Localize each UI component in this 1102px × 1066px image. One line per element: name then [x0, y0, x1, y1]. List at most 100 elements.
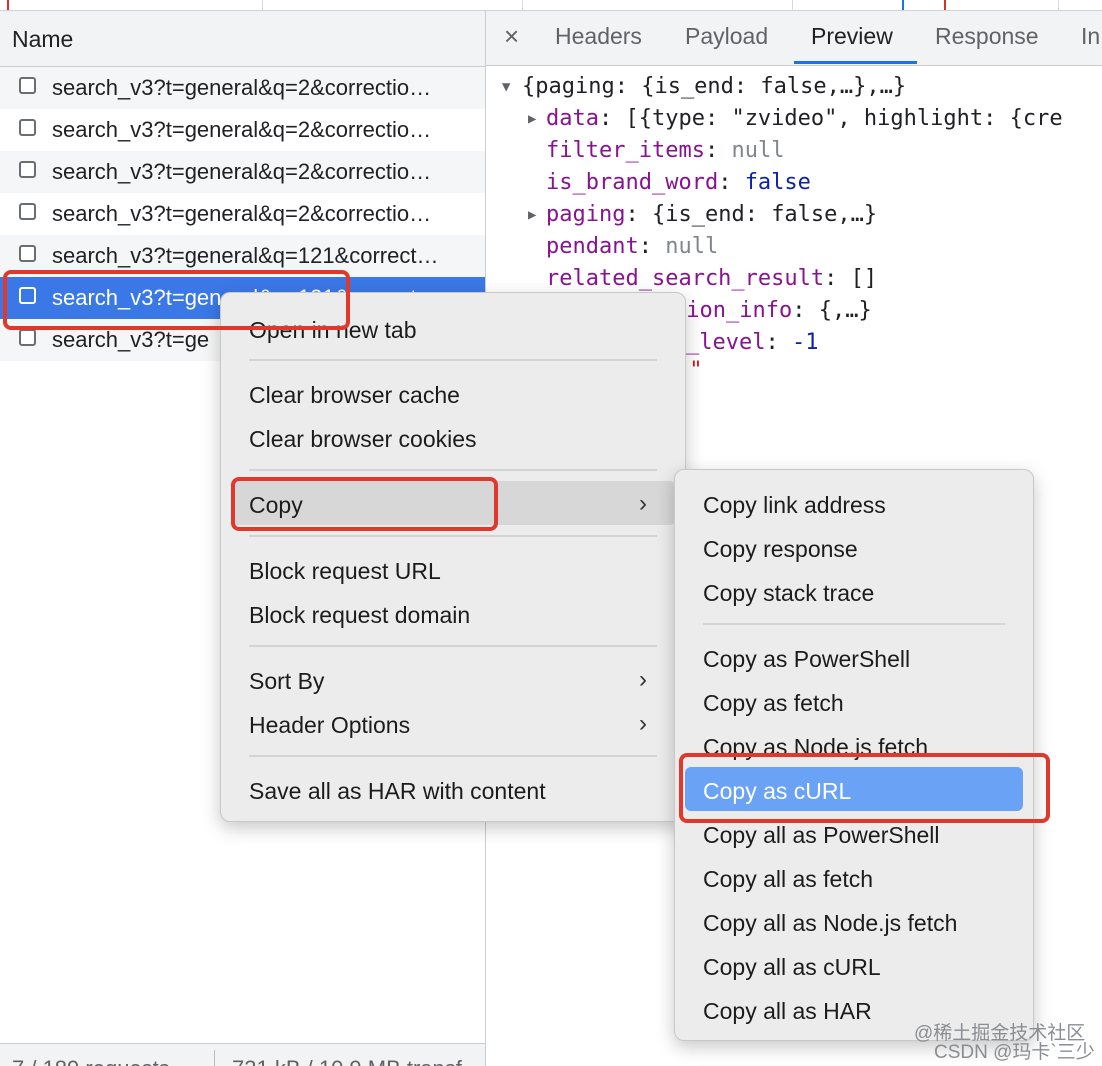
annotation-box-copy — [231, 477, 498, 531]
status-divider — [214, 1050, 215, 1066]
json-value: false — [744, 170, 811, 195]
json-value: -1 — [791, 330, 819, 355]
json-value: null — [731, 138, 785, 163]
submenu-item-copy-all-as-fetch[interactable]: Copy all as fetch — [675, 858, 1033, 898]
menu-item-label: Clear browser cookies — [249, 426, 477, 452]
timeline-marker-blue — [902, 0, 904, 10]
timeline-marker-red — [7, 0, 9, 10]
menu-item-sort-by[interactable]: Sort By › — [221, 660, 685, 700]
menu-separator — [249, 469, 657, 471]
timeline-tick — [522, 0, 523, 10]
preview-root[interactable]: {paging: {is_end: false,…},…} — [522, 74, 906, 99]
request-row[interactable]: search_v3?t=general&q=2&correctio… — [0, 193, 485, 235]
submenu-item-copy-as-fetch[interactable]: Copy as fetch — [675, 682, 1033, 722]
menu-separator — [249, 359, 657, 361]
menu-item-label: Copy response — [703, 536, 858, 562]
menu-item-label: Copy as fetch — [703, 690, 844, 716]
menu-item-block-domain[interactable]: Block request domain — [221, 594, 685, 634]
menu-item-label: Copy link address — [703, 492, 886, 518]
timeline-tick — [792, 0, 793, 10]
annotation-box-selected-request — [3, 270, 350, 330]
transfer-size: 731 kB / 10.9 MB transf — [232, 1056, 462, 1066]
json-value: [{type: "zvideo", highlight: {cre — [625, 106, 1063, 131]
timeline-marker-red — [944, 0, 946, 10]
json-key: tion_info — [673, 298, 793, 323]
network-status-bar: 7 / 189 requests 731 kB / 10.9 MB transf — [0, 1043, 485, 1066]
request-count: 7 / 189 requests — [12, 1056, 170, 1066]
json-key: data — [546, 106, 599, 131]
menu-item-label: Clear browser cache — [249, 382, 460, 408]
details-tab-bar: × Headers Payload Preview Response In — [486, 11, 1102, 66]
tab-payload[interactable]: Payload — [685, 23, 768, 50]
timeline-overview[interactable] — [0, 0, 1102, 11]
menu-item-label: Copy all as HAR — [703, 998, 872, 1024]
preview-related-line: related_search_result: [] — [546, 266, 878, 291]
name-column-header[interactable]: Name — [0, 11, 485, 67]
preview-pendant-line: pendant: null — [546, 234, 719, 259]
annotation-box-copy-as-curl — [679, 753, 1050, 823]
expanded-triangle-icon[interactable]: ▼ — [502, 79, 510, 95]
tab-headers[interactable]: Headers — [555, 23, 642, 50]
request-name: search_v3?t=general&q=2&correctio… — [52, 75, 432, 100]
json-key: filter_items — [546, 138, 705, 163]
timeline-tick — [262, 0, 263, 10]
menu-item-label: Copy stack trace — [703, 580, 875, 606]
watermark-line-2: CSDN @玛卡`三少 — [934, 1042, 1095, 1063]
json-value: null — [665, 234, 719, 259]
json-value: [] — [850, 266, 878, 291]
preview-data-line[interactable]: data: [{type: "zvideo", highlight: {cre — [546, 106, 1063, 131]
menu-item-save-har[interactable]: Save all as HAR with content — [221, 770, 685, 810]
menu-item-block-url[interactable]: Block request URL — [221, 550, 685, 590]
preview-filter-line: filter_items: null — [546, 138, 785, 163]
request-row[interactable]: search_v3?t=general&q=2&correctio… — [0, 67, 485, 109]
request-name: search_v3?t=general&q=2&correctio… — [52, 201, 432, 226]
collapsed-triangle-icon[interactable]: ▶ — [528, 207, 536, 223]
row-checkbox-icon — [19, 77, 36, 94]
menu-item-label: Sort By — [249, 668, 325, 694]
request-row[interactable]: search_v3?t=general&q=2&correctio… — [0, 109, 485, 151]
json-key: paging — [546, 202, 626, 227]
menu-separator — [249, 535, 657, 537]
submenu-item-copy-all-as-curl[interactable]: Copy all as cURL — [675, 946, 1033, 986]
menu-item-label: Block request domain — [249, 602, 471, 628]
menu-item-label: Copy all as Node.js fetch — [703, 910, 958, 936]
json-value: {is_end: false,…} — [651, 202, 878, 227]
preview-paging-line[interactable]: paging: {is_end: false,…} — [546, 202, 877, 227]
preview-correction-line[interactable]: tion_info: {,…} — [673, 298, 872, 323]
submenu-item-copy-response[interactable]: Copy response — [675, 528, 1033, 568]
menu-item-clear-cache[interactable]: Clear browser cache — [221, 374, 685, 414]
submenu-item-copy-stack-trace[interactable]: Copy stack trace — [675, 572, 1033, 612]
menu-item-clear-cookies[interactable]: Clear browser cookies — [221, 418, 685, 458]
json-key: related_search_result — [546, 266, 825, 291]
context-menu: Open in new tab Clear browser cache Clea… — [220, 292, 686, 822]
tab-preview[interactable]: Preview — [811, 23, 893, 50]
request-name: search_v3?t=general&q=2&correctio… — [52, 117, 432, 142]
json-key: _level — [686, 330, 766, 355]
json-key: pendant — [546, 234, 639, 259]
tab-initiator[interactable]: In — [1081, 23, 1100, 50]
menu-item-label: Block request URL — [249, 558, 441, 584]
tab-response[interactable]: Response — [935, 23, 1039, 50]
request-row[interactable]: search_v3?t=general&q=2&correctio… — [0, 151, 485, 193]
column-header-label: Name — [12, 26, 74, 52]
json-value: {,…} — [818, 298, 872, 323]
submenu-item-copy-as-powershell[interactable]: Copy as PowerShell — [675, 638, 1033, 678]
request-name: search_v3?t=general&q=2&correctio… — [52, 159, 432, 184]
request-name: search_v3?t=general&q=121&correct… — [52, 243, 439, 268]
preview-level-line: _level: -1 — [686, 330, 819, 355]
menu-item-label: Copy all as PowerShell — [703, 822, 940, 848]
row-checkbox-icon — [19, 203, 36, 220]
preview-brand-line: is_brand_word: false — [546, 170, 811, 195]
menu-separator — [249, 755, 657, 757]
timeline-tick — [1058, 0, 1059, 10]
chevron-right-icon: › — [639, 666, 647, 693]
menu-item-header-options[interactable]: Header Options › — [221, 704, 685, 744]
submenu-item-copy-link-address[interactable]: Copy link address — [675, 484, 1033, 524]
collapsed-triangle-icon[interactable]: ▶ — [528, 111, 536, 127]
menu-separator — [249, 645, 657, 647]
chevron-right-icon: › — [639, 710, 647, 737]
submenu-item-copy-all-as-nodejs-fetch[interactable]: Copy all as Node.js fetch — [675, 902, 1033, 942]
active-tab-indicator — [794, 61, 917, 64]
close-icon[interactable]: × — [504, 21, 519, 52]
menu-item-label: Copy as PowerShell — [703, 646, 911, 672]
